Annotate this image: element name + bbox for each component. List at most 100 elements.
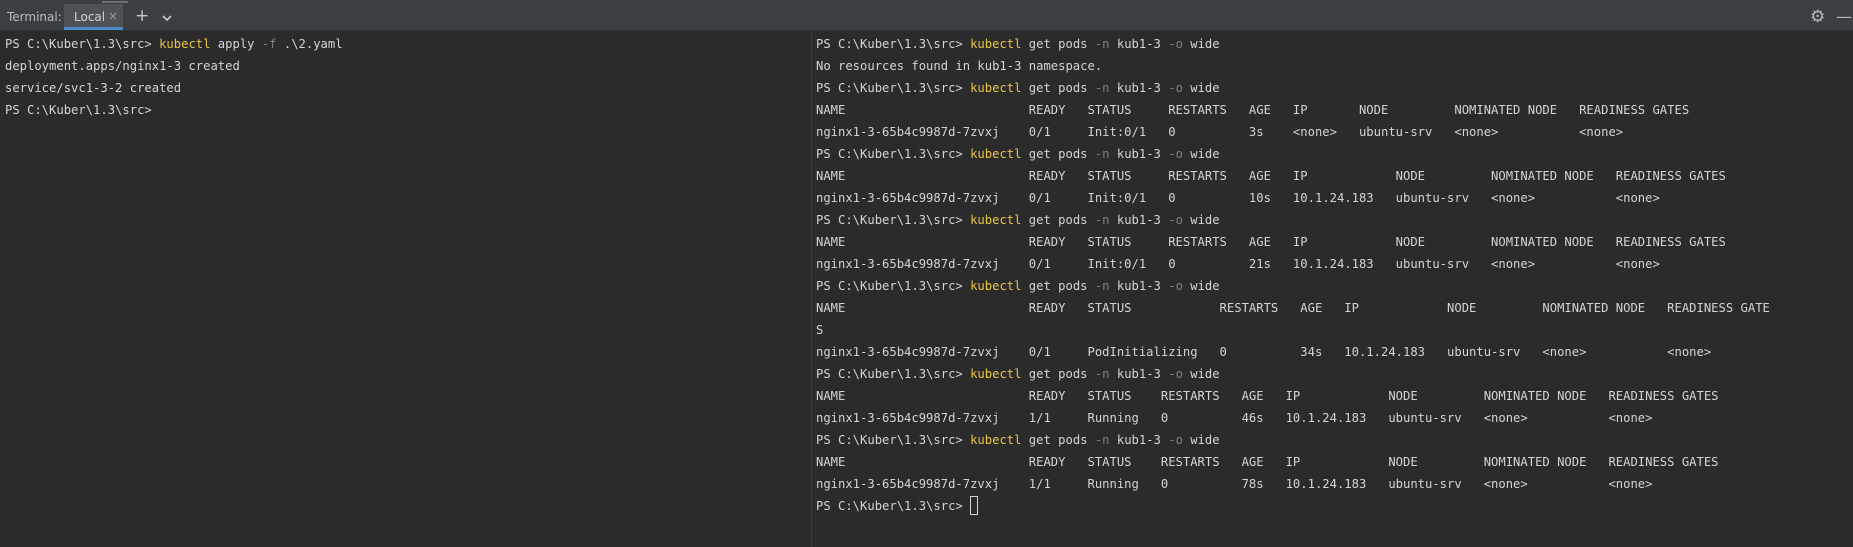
terminal-text: kub1-3 (1109, 367, 1169, 381)
terminal-line: nginx1-3-65b4c9987d-7zvxj 1/1 Running 0 … (816, 407, 1770, 429)
command-name: kubectl (970, 81, 1022, 95)
terminal-text: wide (1182, 147, 1220, 161)
command-flag: -n (1094, 367, 1110, 381)
terminal-pane-left[interactable]: PS C:\Kuber\1.3\src> kubectl apply -f .\… (0, 31, 811, 547)
terminal-text: get pods (1021, 367, 1095, 381)
terminal-line: No resources found in kub1-3 namespace. (816, 55, 1770, 77)
command-name: kubectl (970, 147, 1022, 161)
terminal-text: NAME READY STATUS RESTARTS AGE IP NODE N… (816, 103, 1690, 117)
command-flag: -o (1168, 81, 1183, 95)
gear-icon[interactable]: ⚙ (1810, 7, 1825, 27)
terminal-line: PS C:\Kuber\1.3\src> kubectl get pods -n… (816, 143, 1770, 165)
terminal-text: PS C:\Kuber\1.3\src> (5, 103, 152, 117)
command-flag: -n (1094, 147, 1110, 161)
command-name: kubectl (970, 367, 1022, 381)
terminal-text: PS C:\Kuber\1.3\src> (816, 499, 971, 513)
terminal-text: kub1-3 (1109, 279, 1169, 293)
command-flag: -o (1168, 279, 1183, 293)
terminal-pane-right[interactable]: PS C:\Kuber\1.3\src> kubectl get pods -n… (812, 31, 1853, 547)
command-flag: -o (1168, 147, 1183, 161)
terminal-line: NAME READY STATUS RESTARTS AGE IP NODE N… (816, 99, 1770, 121)
terminal-text: wide (1182, 433, 1220, 447)
terminal-text: NAME READY STATUS RESTARTS AGE IP NODE N… (816, 301, 1770, 315)
top-strip-marker (102, 1, 128, 3)
terminal-text: PS C:\Kuber\1.3\src> (816, 279, 971, 293)
terminal-line: NAME READY STATUS RESTARTS AGE IP NODE N… (816, 231, 1770, 253)
terminal-line: PS C:\Kuber\1.3\src> kubectl get pods -n… (816, 209, 1770, 231)
terminal-line: nginx1-3-65b4c9987d-7zvxj 1/1 Running 0 … (816, 473, 1770, 495)
terminal-line: nginx1-3-65b4c9987d-7zvxj 0/1 Init:0/1 0… (816, 253, 1770, 275)
terminal-line: deployment.apps/nginx1-3 created (5, 55, 343, 77)
chevron-down-icon[interactable] (161, 9, 173, 28)
terminal-text: wide (1182, 37, 1220, 51)
terminal-text: get pods (1021, 147, 1095, 161)
terminal-line: PS C:\Kuber\1.3\src> (816, 495, 1770, 517)
command-flag: -n (1094, 213, 1110, 227)
terminal-text: No resources found in kub1-3 namespace. (816, 59, 1103, 73)
close-tab-icon[interactable]: × (108, 9, 118, 23)
command-name: kubectl (970, 433, 1022, 447)
terminal-text: kub1-3 (1109, 433, 1169, 447)
terminal-line: NAME READY STATUS RESTARTS AGE IP NODE N… (816, 385, 1770, 407)
terminal-output-left: PS C:\Kuber\1.3\src> kubectl apply -f .\… (5, 33, 343, 121)
terminal-line: nginx1-3-65b4c9987d-7zvxj 0/1 Init:0/1 0… (816, 187, 1770, 209)
terminal-text: get pods (1021, 213, 1095, 227)
terminal-title: Terminal: (7, 10, 62, 24)
terminal-text: nginx1-3-65b4c9987d-7zvxj 1/1 Running 0 … (816, 477, 1653, 491)
terminal-line: PS C:\Kuber\1.3\src> kubectl get pods -n… (816, 77, 1770, 99)
terminal-text: kub1-3 (1109, 37, 1169, 51)
terminal-text: get pods (1021, 81, 1095, 95)
terminal-line: S (816, 319, 1770, 341)
terminal-text: kub1-3 (1109, 213, 1169, 227)
terminal-line: PS C:\Kuber\1.3\src> kubectl get pods -n… (816, 429, 1770, 451)
command-flag: -n (1094, 81, 1110, 95)
terminal-text: apply (210, 37, 262, 51)
terminal-text: wide (1182, 213, 1220, 227)
terminal-text: NAME READY STATUS RESTARTS AGE IP NODE N… (816, 455, 1719, 469)
terminal-line: service/svc1-3-2 created (5, 77, 343, 99)
new-tab-button[interactable]: + (135, 6, 149, 26)
terminal-text: service/svc1-3-2 created (5, 81, 182, 95)
terminal-text: NAME READY STATUS RESTARTS AGE IP NODE N… (816, 235, 1726, 249)
terminal-text: kub1-3 (1109, 81, 1169, 95)
command-flag: -o (1168, 213, 1183, 227)
terminal-text: get pods (1021, 433, 1095, 447)
terminal-text: PS C:\Kuber\1.3\src> (5, 37, 160, 51)
terminal-line: nginx1-3-65b4c9987d-7zvxj 0/1 PodInitial… (816, 341, 1770, 363)
terminal-text: nginx1-3-65b4c9987d-7zvxj 0/1 Init:0/1 0… (816, 191, 1660, 205)
terminal-line: PS C:\Kuber\1.3\src> kubectl get pods -n… (816, 275, 1770, 297)
command-name: kubectl (970, 37, 1022, 51)
terminal-text: NAME READY STATUS RESTARTS AGE IP NODE N… (816, 169, 1726, 183)
terminal-text: wide (1182, 279, 1220, 293)
terminal-text: wide (1182, 81, 1220, 95)
command-name: kubectl (970, 279, 1022, 293)
command-flag: -n (1094, 279, 1110, 293)
terminal-tool-window-header: Terminal: Local × + ⚙ — (0, 4, 1853, 31)
terminal-line: NAME READY STATUS RESTARTS AGE IP NODE N… (816, 451, 1770, 473)
terminal-text: get pods (1021, 279, 1095, 293)
terminal-text: S (816, 323, 824, 337)
command-flag: -n (1094, 37, 1110, 51)
terminal-text: kub1-3 (1109, 147, 1169, 161)
terminal-text: PS C:\Kuber\1.3\src> (816, 81, 971, 95)
terminal-text: PS C:\Kuber\1.3\src> (816, 367, 971, 381)
command-flag: -o (1168, 367, 1183, 381)
terminal-text: get pods (1021, 37, 1095, 51)
command-name: kubectl (159, 37, 211, 51)
terminal-text: nginx1-3-65b4c9987d-7zvxj 0/1 PodInitial… (816, 345, 1712, 359)
terminal-line: PS C:\Kuber\1.3\src> kubectl apply -f .\… (5, 33, 343, 55)
hide-icon[interactable]: — (1836, 7, 1852, 26)
command-flag: -n (1094, 433, 1110, 447)
terminal-line: NAME READY STATUS RESTARTS AGE IP NODE N… (816, 165, 1770, 187)
terminal-text: wide (1182, 367, 1220, 381)
terminal-text: nginx1-3-65b4c9987d-7zvxj 0/1 Init:0/1 0… (816, 257, 1660, 271)
terminal-text: PS C:\Kuber\1.3\src> (816, 37, 971, 51)
command-flag: -f (261, 37, 277, 51)
terminal-text: PS C:\Kuber\1.3\src> (816, 147, 971, 161)
terminal-output-right: PS C:\Kuber\1.3\src> kubectl get pods -n… (816, 33, 1770, 517)
terminal-text: nginx1-3-65b4c9987d-7zvxj 1/1 Running 0 … (816, 411, 1653, 425)
command-flag: -o (1168, 37, 1183, 51)
terminal-text: PS C:\Kuber\1.3\src> (816, 433, 971, 447)
tab-local[interactable]: Local × (64, 4, 123, 30)
terminal-line: PS C:\Kuber\1.3\src> (5, 99, 343, 121)
